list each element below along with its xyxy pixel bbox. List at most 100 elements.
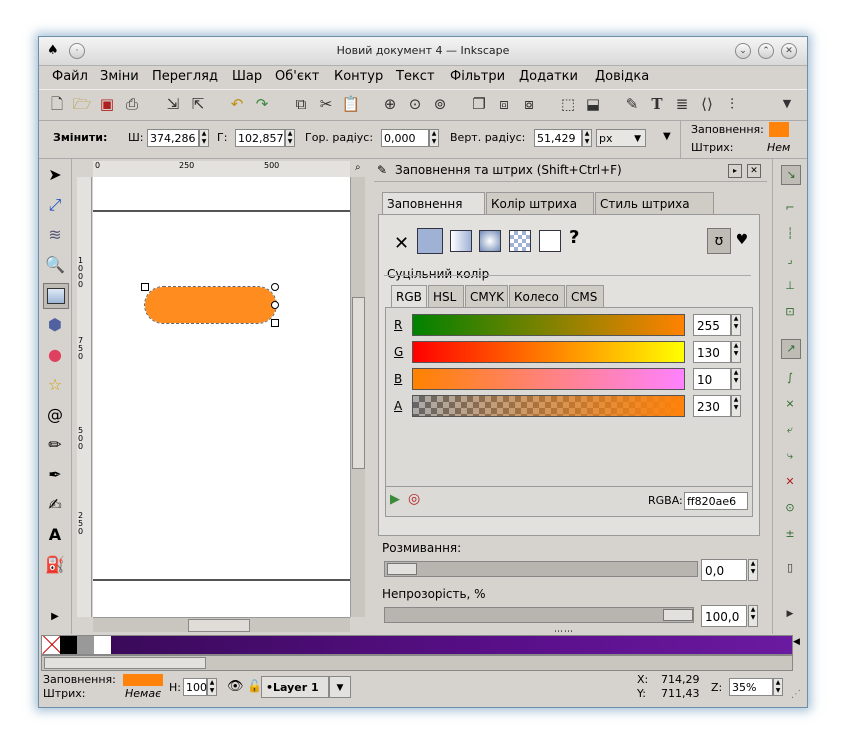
new-document-icon[interactable]: 🗋 <box>47 94 67 114</box>
3d-box-tool-icon[interactable]: ⬢ <box>43 313 67 337</box>
pattern-icon[interactable] <box>509 230 531 252</box>
status-opacity-field[interactable]: 100 <box>183 678 207 696</box>
toolbox-more-icon[interactable]: ▶ <box>43 605 67 629</box>
layer-lock-icon[interactable]: 🔓 <box>247 679 262 693</box>
menu-object[interactable]: Об'єкт <box>275 69 319 84</box>
green-slider[interactable] <box>412 341 685 363</box>
alpha-spinner[interactable]: ▲ ▼ <box>731 395 741 417</box>
green-value[interactable]: 130 <box>693 341 731 363</box>
color-swatch[interactable] <box>94 636 111 654</box>
vertical-radius-field[interactable]: 51,429 <box>534 129 582 147</box>
snap-intersection-icon[interactable]: ⨯ <box>781 395 799 413</box>
canvas-horizontal-scrollbar[interactable] <box>93 617 350 632</box>
controls-overflow-icon[interactable]: ▼ <box>663 131 671 142</box>
clone-icon[interactable]: ⧈ <box>494 94 514 114</box>
menu-help[interactable]: Довідка <box>595 69 649 84</box>
color-swatch[interactable] <box>77 636 94 654</box>
zoom-spinner[interactable]: ▲ ▼ <box>773 678 783 696</box>
close-button[interactable]: ✕ <box>781 43 797 59</box>
snap-cusp-icon[interactable]: ⤶ <box>781 421 799 439</box>
node-tool-icon[interactable]: ⤢ <box>43 193 67 217</box>
maximize-button[interactable]: ⌃ <box>758 43 774 59</box>
tab-cms[interactable]: CMS <box>566 285 604 307</box>
tab-stroke-style[interactable]: Стиль штриха <box>595 192 714 214</box>
pencil-tool-icon[interactable]: ✏ <box>43 433 67 457</box>
layer-select[interactable]: •Layer 1 <box>261 676 329 698</box>
chevron-down-icon[interactable]: ▼ <box>329 676 351 698</box>
zoom-page-icon[interactable]: ⊚ <box>430 94 450 114</box>
scrollbar-thumb[interactable] <box>352 297 365 469</box>
snap-page-icon[interactable]: ▯ <box>781 559 799 577</box>
menu-file[interactable]: Файл <box>52 69 88 84</box>
undo-icon[interactable]: ↶ <box>227 94 247 114</box>
snap-bbox-center-icon[interactable]: ⊡ <box>781 303 799 321</box>
radius-handle[interactable] <box>271 301 279 309</box>
snap-bbox-corner-icon[interactable]: ⌟ <box>781 251 799 269</box>
drawing-canvas[interactable] <box>93 177 350 617</box>
alpha-slider[interactable] <box>412 395 685 417</box>
tweak-tool-icon[interactable]: ≋ <box>43 223 67 247</box>
snap-smooth-icon[interactable]: ⤷ <box>781 447 799 465</box>
text-tool-icon[interactable]: A <box>43 523 67 547</box>
color-palette[interactable] <box>41 635 793 655</box>
toolbar-overflow-icon[interactable]: ▼ <box>777 94 797 114</box>
layers-icon[interactable]: ≣ <box>672 94 692 114</box>
opacity-slider[interactable] <box>384 607 694 623</box>
tab-wheel[interactable]: Колесо <box>509 285 565 307</box>
status-opacity-spinner[interactable]: ▲ ▼ <box>207 678 217 696</box>
opacity-spinner[interactable]: ▲ ▼ <box>748 605 758 627</box>
selector-tool-icon[interactable]: ➤ <box>43 163 67 187</box>
snap-midpoint-icon[interactable]: ✕ <box>781 473 799 491</box>
snap-bbox-midpoint-icon[interactable]: ⊥ <box>781 277 799 295</box>
zoom-drawing-icon[interactable]: ⊙ <box>405 94 425 114</box>
no-color-swatch[interactable] <box>42 636 60 654</box>
snapbar-more-icon[interactable]: ▶ <box>781 605 799 623</box>
xml-editor-icon[interactable]: ⟨⟩ <box>697 94 717 114</box>
blue-value[interactable]: 10 <box>693 368 731 390</box>
snap-bbox-icon[interactable]: ⌐ <box>781 199 799 217</box>
scrollbar-thumb[interactable] <box>188 619 250 632</box>
swatch-icon[interactable] <box>539 230 561 252</box>
open-icon[interactable]: 🗁 <box>72 94 92 114</box>
blue-slider[interactable] <box>412 368 685 390</box>
tab-hsl[interactable]: HSL <box>428 285 464 307</box>
unit-select[interactable]: px ▼ <box>596 129 646 147</box>
palette-scrollbar[interactable] <box>41 655 793 671</box>
fill-stroke-icon[interactable]: ✎ <box>622 94 642 114</box>
ellipse-tool-icon[interactable]: ● <box>43 343 67 367</box>
red-spinner[interactable]: ▲ ▼ <box>731 314 741 336</box>
red-value[interactable]: 255 <box>693 314 731 336</box>
menu-path[interactable]: Контур <box>334 69 383 84</box>
alpha-value[interactable]: 230 <box>693 395 731 417</box>
zoom-corner-icon[interactable]: ⌕ <box>355 162 361 173</box>
no-paint-icon[interactable]: ✕ <box>394 233 409 254</box>
canvas-vertical-scrollbar[interactable] <box>350 177 365 617</box>
tab-cmyk[interactable]: CMYK <box>465 285 508 307</box>
pen-tool-icon[interactable]: ✒ <box>43 463 67 487</box>
rgba-field[interactable]: ff820ae6 <box>684 492 748 510</box>
dialog-iconify-button[interactable]: ▸ <box>728 164 742 178</box>
opacity-value[interactable]: 100,0 <box>701 605 747 627</box>
tab-rgb[interactable]: RGB <box>391 285 427 307</box>
snap-path-icon[interactable]: ∫ <box>781 369 799 387</box>
spray-tool-icon[interactable]: ⛽ <box>43 553 67 577</box>
cut-icon[interactable]: ✂ <box>316 94 336 114</box>
height-spinner[interactable]: ▲ ▼ <box>285 129 295 147</box>
radial-gradient-icon[interactable] <box>479 230 501 252</box>
rectangle-tool-icon[interactable] <box>43 283 69 309</box>
unlink-clone-icon[interactable]: ⧇ <box>519 94 539 114</box>
snap-rotation-center-icon[interactable]: ± <box>781 525 799 543</box>
save-icon[interactable]: ▣ <box>97 94 117 114</box>
menu-edit[interactable]: Зміни <box>100 69 139 84</box>
zoom-tool-icon[interactable]: 🔍 <box>43 253 67 277</box>
menu-text[interactable]: Текст <box>396 69 435 84</box>
menu-extensions[interactable]: Додатки <box>519 69 578 84</box>
text-font-icon[interactable]: T <box>647 94 667 114</box>
spiral-tool-icon[interactable]: @ <box>43 403 67 427</box>
status-fill-swatch[interactable] <box>123 674 163 686</box>
print-icon[interactable]: ⎙ <box>122 94 142 114</box>
calligraphy-tool-icon[interactable]: ✍ <box>43 493 67 517</box>
green-spinner[interactable]: ▲ ▼ <box>731 341 741 363</box>
color-swatch[interactable] <box>60 636 77 654</box>
duplicate-icon[interactable]: ❐ <box>469 94 489 114</box>
